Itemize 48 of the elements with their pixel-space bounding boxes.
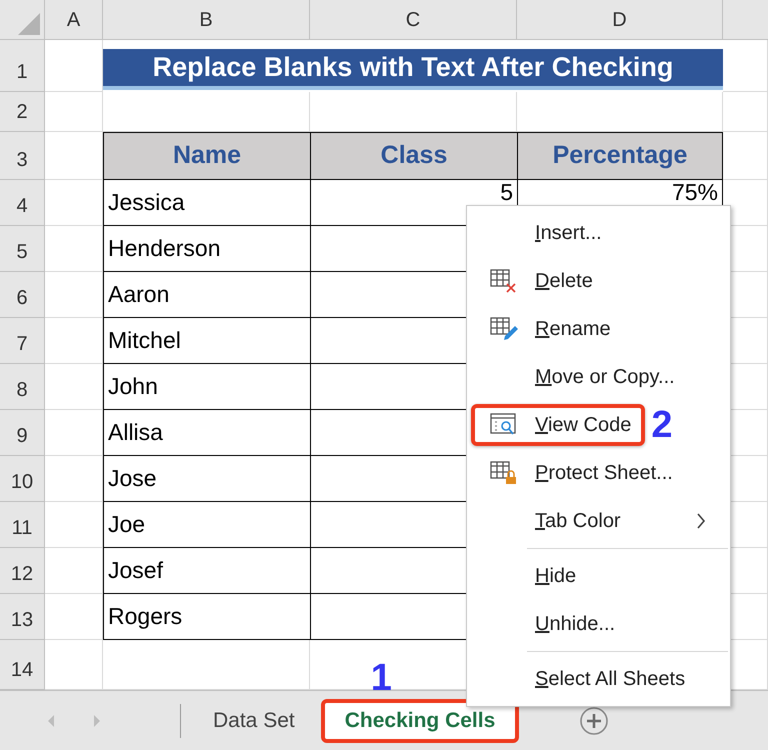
sheet-title: Replace Blanks with Text After Checking: [103, 48, 723, 90]
menu-item[interactable]: Protect Sheet...: [471, 452, 687, 494]
table-cell: Josef: [103, 548, 310, 594]
column-header[interactable]: D: [612, 4, 627, 34]
table-cell: Joe: [103, 502, 310, 548]
rename-icon: [490, 317, 520, 341]
menu-item[interactable]: Select All Sheets: [471, 658, 700, 700]
row-header[interactable]: 7: [16, 329, 28, 359]
table-cell: John: [103, 364, 310, 410]
empty-cell: [723, 92, 768, 132]
menu-item[interactable]: Rename: [471, 308, 625, 350]
menu-item[interactable]: Unhide...: [471, 603, 630, 645]
select-all-corner-icon[interactable]: [18, 13, 40, 35]
row-header[interactable]: 8: [16, 375, 28, 405]
scroll-left-icon[interactable]: [46, 714, 56, 728]
table-header-cell: Percentage: [517, 132, 723, 180]
row-header[interactable]: 4: [16, 191, 28, 221]
add-sheet-icon[interactable]: [579, 706, 610, 736]
table-header-cell: Name: [103, 132, 310, 180]
step-number: 2: [651, 406, 673, 444]
menu-item[interactable]: View Code: [471, 404, 646, 446]
empty-cell: [723, 40, 768, 92]
row-header[interactable]: 6: [16, 283, 28, 313]
menu-item[interactable]: Hide: [471, 555, 590, 597]
row-header[interactable]: 2: [16, 97, 28, 127]
step-number: 1: [370, 658, 392, 696]
sheet-tab[interactable]: Checking Cells: [320, 698, 520, 742]
table-cell: Jessica: [103, 180, 310, 226]
sheet-tab[interactable]: Data Set: [189, 698, 319, 742]
menu-item[interactable]: Move or Copy...: [471, 356, 689, 398]
empty-cell: [723, 132, 768, 180]
row-header[interactable]: 5: [16, 237, 28, 267]
row-header[interactable]: 9: [16, 421, 28, 451]
column-header[interactable]: A: [66, 4, 80, 34]
row-header[interactable]: 3: [16, 145, 28, 175]
table-cell: Henderson: [103, 226, 310, 272]
table-cell: Rogers: [103, 594, 310, 640]
column-header[interactable]: B: [199, 4, 213, 34]
row-header[interactable]: 1: [16, 57, 28, 87]
table-header-cell: Class: [310, 132, 517, 180]
table-cell: Allisa: [103, 410, 310, 456]
scroll-right-icon[interactable]: [92, 714, 102, 728]
column-header[interactable]: C: [406, 4, 420, 34]
table-cell: Mitchel: [103, 318, 310, 364]
menu-item[interactable]: Tab Color: [471, 500, 726, 542]
table-cell: Jose: [103, 456, 310, 502]
menu-item[interactable]: Delete: [471, 260, 607, 302]
table-cell: Aaron: [103, 272, 310, 318]
